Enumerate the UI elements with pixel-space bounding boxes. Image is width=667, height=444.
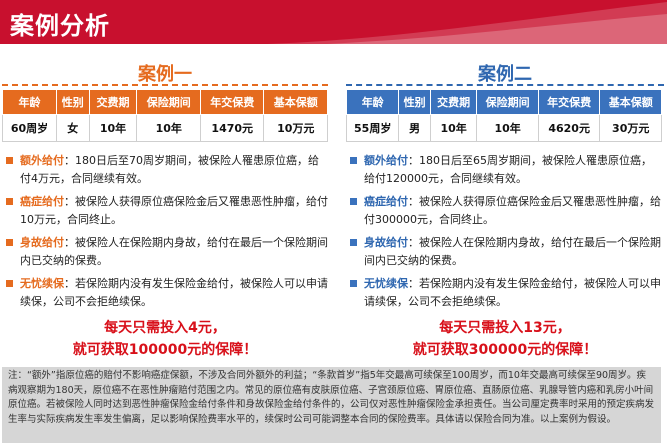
table-cell: 4620元: [537, 114, 601, 142]
case2-table: 年龄 性别 交费期 保险期间 年交保费 基本保额 55周岁 男 10年 10年 …: [345, 89, 662, 142]
column-header: 性别: [398, 89, 431, 115]
table-cell: 10年: [429, 114, 478, 142]
case1-benefit-list: 额外给付：180日后至70周岁期间，被保险人罹患原位癌，给付4万元，合同继续有效…: [6, 152, 328, 316]
case1-slogan: 每天只需投入4元， 就可获取100000元的保障！: [0, 317, 330, 361]
item-label: 身故给付: [364, 236, 408, 249]
item-text: ：若保险期内没有发生保险金给付，被保险人可以申请续保，公司不会拒绝续保。: [364, 277, 661, 308]
column-header: 年龄: [345, 89, 400, 115]
case2-title: 案例二: [478, 64, 532, 85]
list-item: 额外给付：180日后至65周岁期间，被保险人罹患原位癌，给付120000元，合同…: [350, 152, 662, 188]
list-item: 额外给付：180日后至70周岁期间，被保险人罹患原位癌，给付4万元，合同继续有效…: [6, 152, 328, 188]
item-label: 癌症给付: [20, 195, 64, 208]
table-cell: 10年: [476, 114, 539, 142]
column-header: 交费期: [88, 89, 138, 115]
square-bullet-icon: [6, 198, 13, 205]
column-header: 年交保费: [199, 89, 265, 115]
column-header: 年龄: [1, 89, 58, 115]
list-item: 无忧续保：若保险期内没有发生保险金给付，被保险人可以申请续保，公司不会拒绝续保。: [6, 275, 328, 311]
header-swoosh-decoration: [267, 2, 667, 44]
list-item: 身故给付：被保险人在保险期内身故，给付在最后一个保险期间内已交纳的保费。: [6, 234, 328, 270]
item-text: ：180日后至70周岁期间，被保险人罹患原位癌，给付4万元，合同继续有效。: [20, 154, 319, 185]
item-label: 额外给付: [364, 154, 408, 167]
square-bullet-icon: [6, 280, 13, 287]
item-label: 身故给付: [20, 236, 64, 249]
list-item: 身故给付：被保险人在保险期内身故，给付在最后一个保险期间内已交纳的保费。: [350, 234, 662, 270]
column-header: 保险期间: [476, 89, 539, 115]
table-cell: 女: [56, 114, 90, 142]
column-header: 性别: [56, 89, 90, 115]
table-cell: 10年: [136, 114, 201, 142]
item-label: 额外给付: [20, 154, 64, 167]
list-item: 癌症给付：被保险人获得原位癌保险金后又罹患恶性肿瘤，给付10万元，合同终止。: [6, 193, 328, 229]
title-bar: 案例分析: [0, 0, 667, 44]
table-cell: 1470元: [199, 114, 265, 142]
page-title: 案例分析: [10, 12, 110, 40]
column-header: 年交保费: [537, 89, 601, 115]
column-header: 基本保额: [599, 89, 662, 115]
square-bullet-icon: [350, 280, 357, 287]
table-cell: 30万元: [599, 114, 662, 142]
footnote: 注：“额外”指原位癌的赔付不影响癌症保额，不涉及合同外额外的利益；“条款首岁”指…: [2, 367, 661, 443]
case2-slogan: 每天只需投入13元， 就可获取300000元的保障！: [343, 317, 667, 361]
square-bullet-icon: [6, 157, 13, 164]
table-row: 55周岁 男 10年 10年 4620元 30万元: [345, 114, 662, 142]
item-text: ：若保险期内没有发生保险金给付，被保险人可以申请续保，公司不会拒绝续保。: [20, 277, 328, 308]
case2-benefit-list: 额外给付：180日后至65周岁期间，被保险人罹患原位癌，给付120000元，合同…: [350, 152, 662, 316]
table-row: 60周岁 女 10年 10年 1470元 10万元: [1, 114, 328, 142]
column-header: 保险期间: [136, 89, 201, 115]
list-item: 癌症给付：被保险人获得原位癌保险金后又罹患恶性肿瘤，给付300000元，合同终止…: [350, 193, 662, 229]
table-cell: 10万元: [263, 114, 328, 142]
slogan-line: 每天只需投入4元，: [104, 320, 226, 336]
item-label: 癌症给付: [364, 195, 408, 208]
item-text: ：被保险人在保险期内身故，给付在最后一个保险期间内已交纳的保费。: [364, 236, 661, 267]
list-item: 无忧续保：若保险期内没有发生保险金给付，被保险人可以申请续保，公司不会拒绝续保。: [350, 275, 662, 311]
square-bullet-icon: [350, 157, 357, 164]
table-cell: 10年: [88, 114, 138, 142]
table-header-row: 年龄 性别 交费期 保险期间 年交保费 基本保额: [1, 89, 328, 115]
column-header: 交费期: [429, 89, 478, 115]
table-header-row: 年龄 性别 交费期 保险期间 年交保费 基本保额: [345, 89, 662, 115]
square-bullet-icon: [6, 239, 13, 246]
case1-divider: [2, 84, 328, 86]
slogan-line: 就可获取100000元的保障！: [72, 342, 258, 358]
case1-table: 年龄 性别 交费期 保险期间 年交保费 基本保额 60周岁 女 10年 10年 …: [1, 89, 328, 142]
item-label: 无忧续保: [20, 277, 64, 290]
square-bullet-icon: [350, 198, 357, 205]
square-bullet-icon: [350, 239, 357, 246]
case2-divider: [346, 84, 664, 86]
table-cell: 男: [398, 114, 431, 142]
item-text: ：180日后至65周岁期间，被保险人罹患原位癌，给付120000元，合同继续有效…: [364, 154, 652, 185]
slogan-line: 就可获取300000元的保障！: [412, 342, 598, 358]
case1-title: 案例一: [138, 64, 192, 85]
item-text: ：被保险人在保险期内身故，给付在最后一个保险期间内已交纳的保费。: [20, 236, 328, 267]
table-cell: 60周岁: [1, 114, 58, 142]
item-label: 无忧续保: [364, 277, 408, 290]
column-header: 基本保额: [263, 89, 328, 115]
item-text: ：被保险人获得原位癌保险金后又罹患恶性肿瘤，给付300000元，合同终止。: [364, 195, 661, 226]
slogan-line: 每天只需投入13元，: [439, 320, 571, 336]
item-text: ：被保险人获得原位癌保险金后又罹患恶性肿瘤，给付10万元，合同终止。: [20, 195, 328, 226]
table-cell: 55周岁: [345, 114, 400, 142]
